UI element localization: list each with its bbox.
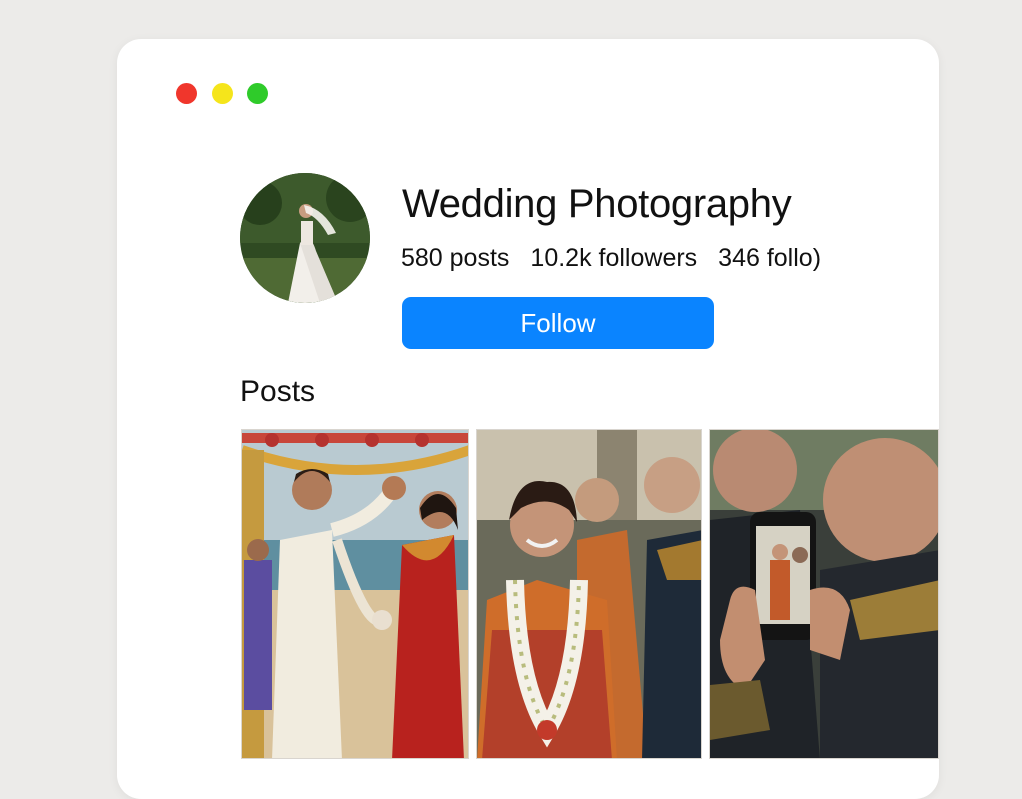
post-thumbnail-2[interactable] (476, 429, 702, 759)
profile-stats: 580 posts 10.2k followers 346 follo) (401, 244, 821, 273)
posts-section-title: Posts (240, 375, 316, 408)
minimize-window-button[interactable] (212, 83, 233, 104)
posts-count[interactable]: 580 posts (401, 244, 509, 273)
bride-avatar-icon (240, 173, 370, 303)
post-thumbnail-1[interactable] (241, 429, 469, 759)
follow-button[interactable]: Follow (402, 297, 714, 349)
smiling-bride-photo-icon (477, 430, 701, 758)
following-count[interactable]: 346 follo) (718, 244, 821, 273)
garland-exchange-photo-icon (242, 430, 468, 758)
close-window-button[interactable] (176, 83, 197, 104)
maximize-window-button[interactable] (247, 83, 268, 104)
profile-avatar[interactable] (240, 173, 370, 303)
posts-grid (241, 429, 939, 759)
followers-count[interactable]: 10.2k followers (530, 244, 697, 273)
post-thumbnail-3[interactable] (709, 429, 939, 759)
guest-phone-photo-icon (710, 430, 938, 758)
browser-window: Wedding Photography 580 posts 10.2k foll… (117, 39, 939, 799)
profile-name: Wedding Photography (402, 182, 792, 226)
title-bar (117, 39, 939, 139)
